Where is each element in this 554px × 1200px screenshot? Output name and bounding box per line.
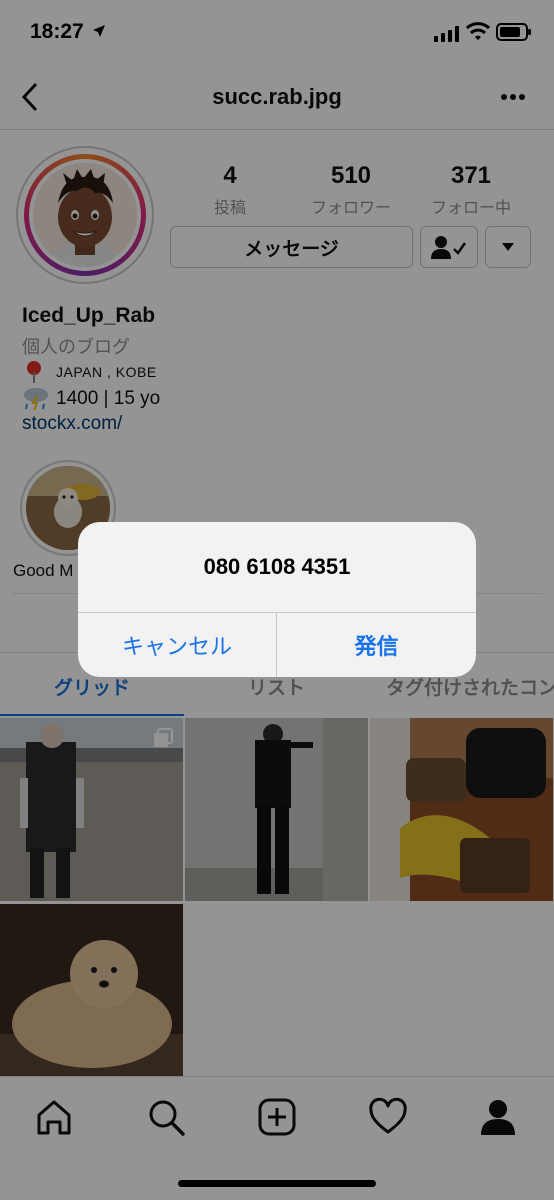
cancel-button[interactable]: キャンセル bbox=[78, 613, 276, 677]
call-button[interactable]: 発信 bbox=[277, 613, 476, 677]
alert-phone-number: 080 6108 4351 bbox=[203, 554, 351, 579]
call-alert-dialog: 080 6108 4351 キャンセル 発信 bbox=[78, 522, 476, 677]
